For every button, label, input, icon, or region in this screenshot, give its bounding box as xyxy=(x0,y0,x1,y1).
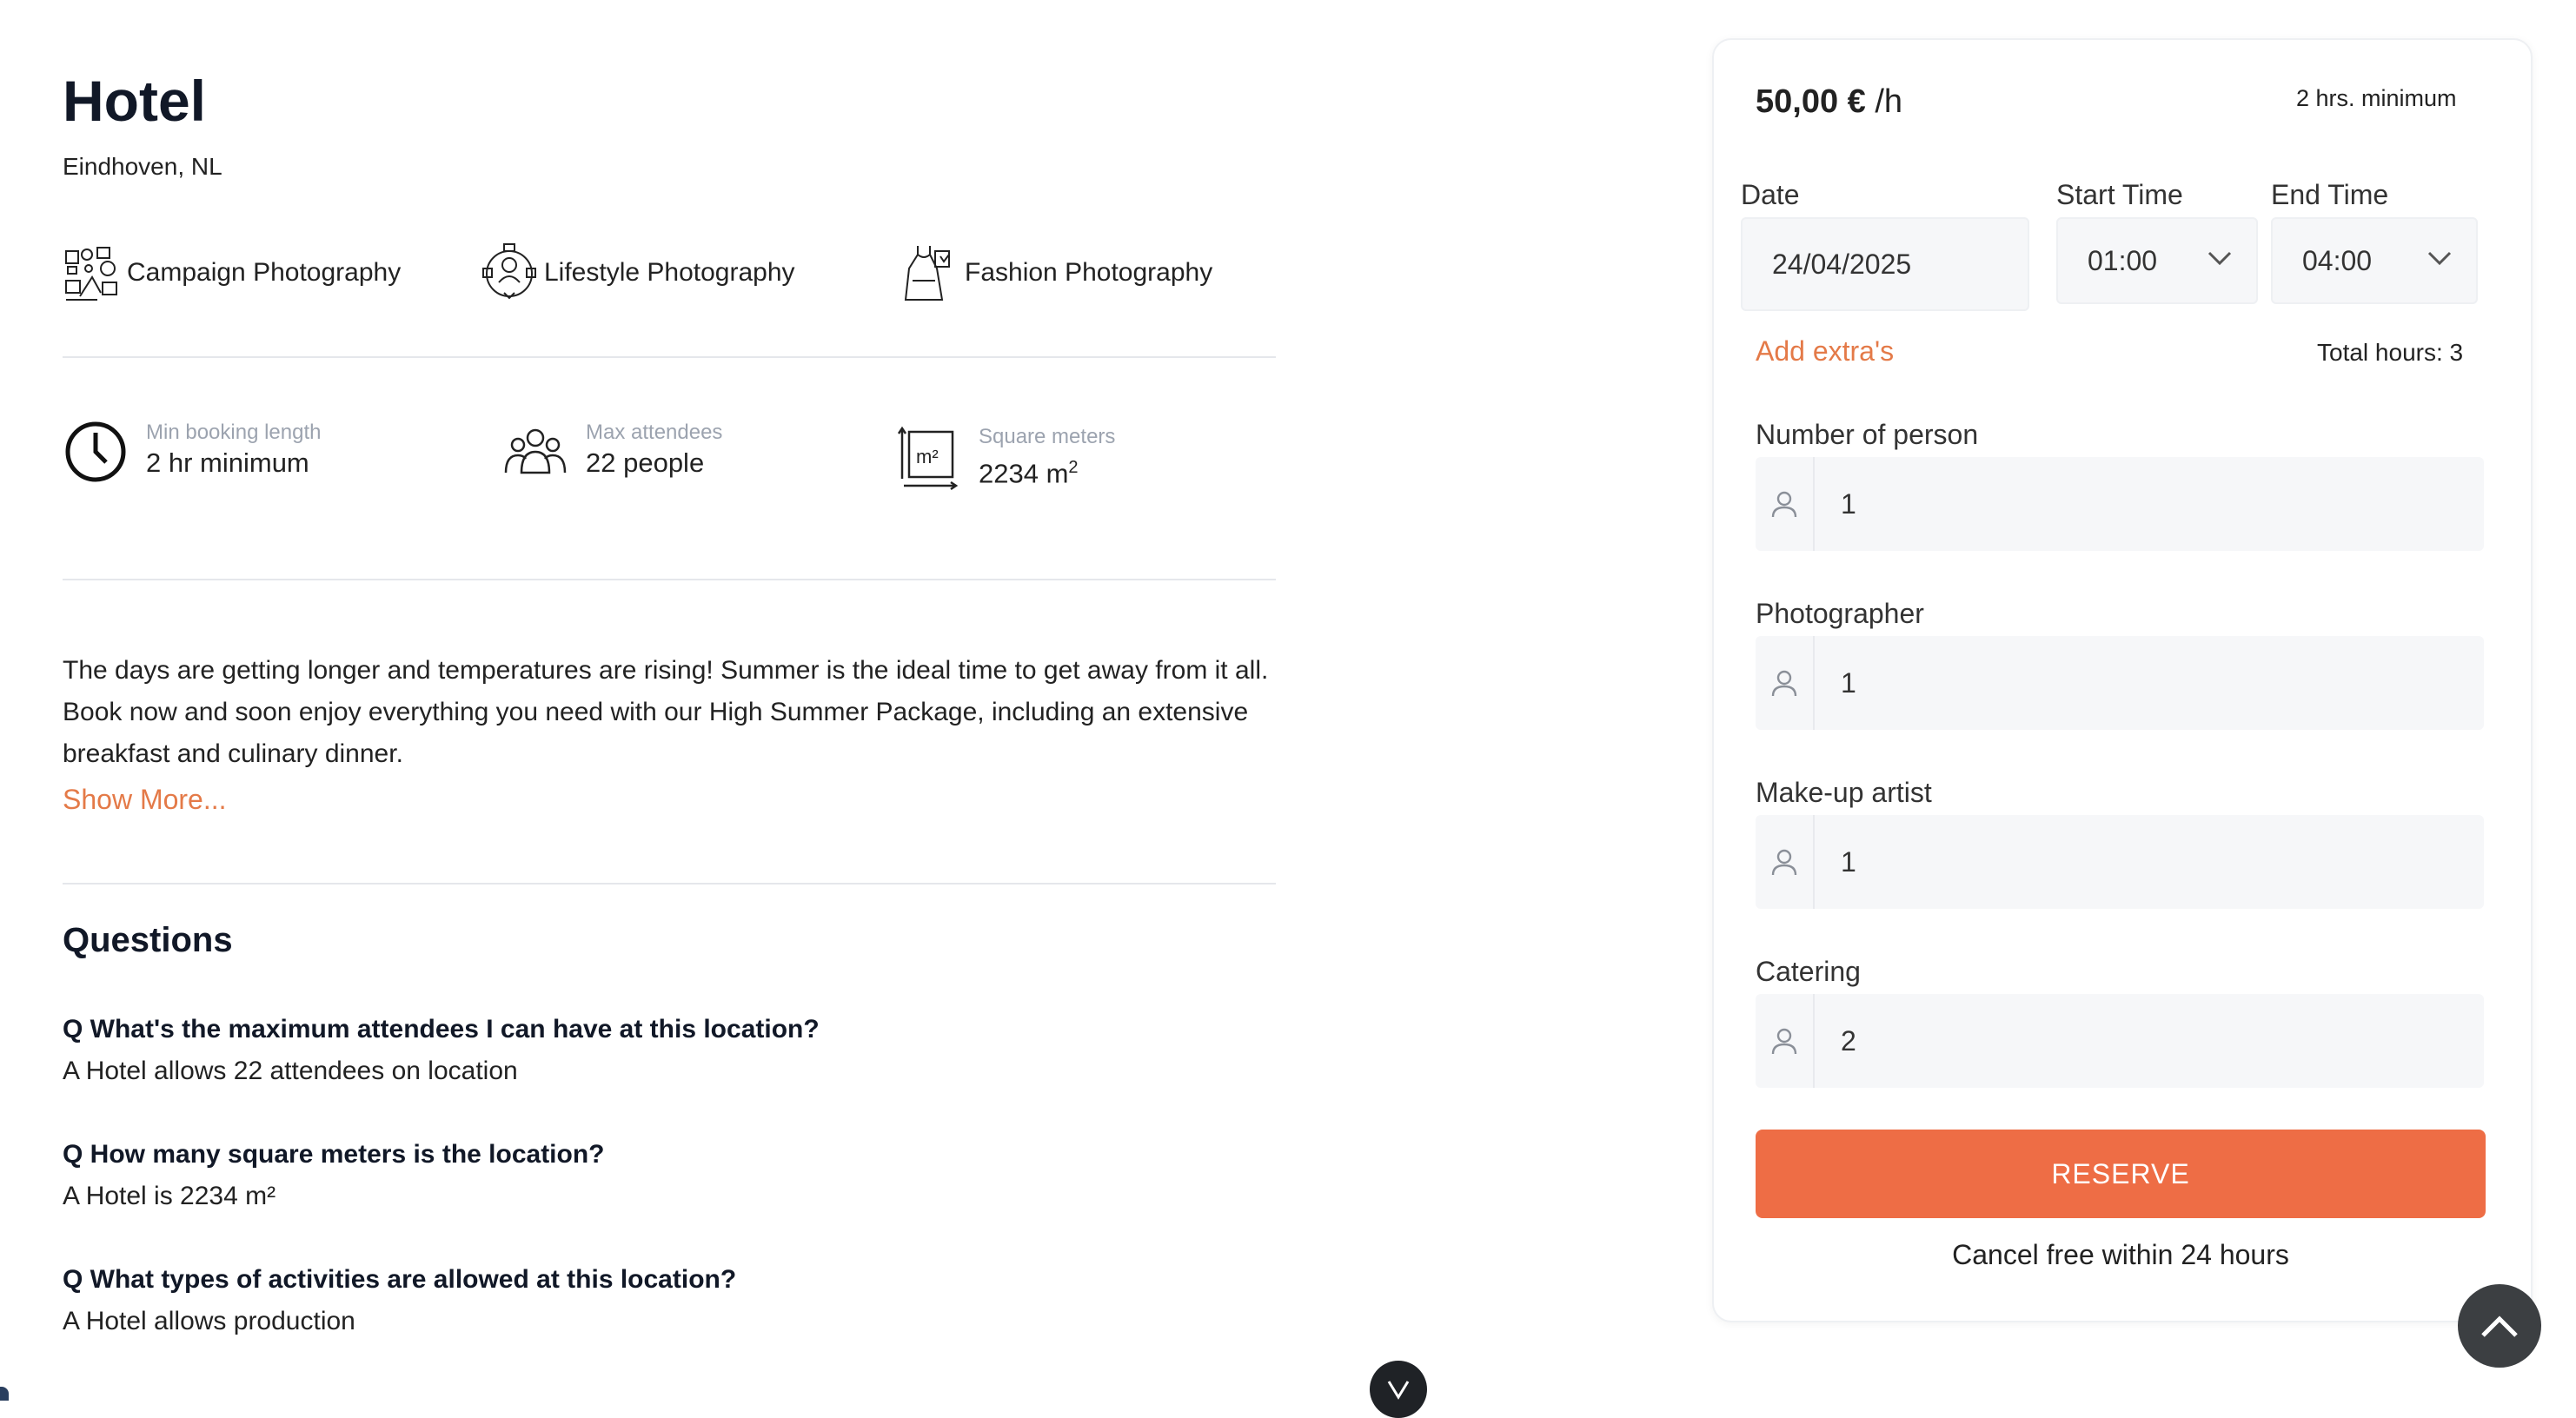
extra-value: 1 xyxy=(1841,845,1856,878)
divider xyxy=(63,356,1276,358)
square-meters-icon: m² xyxy=(897,426,959,490)
show-more-link[interactable]: Show More... xyxy=(63,779,1279,820)
add-extras-link[interactable]: Add extra's xyxy=(1756,335,1894,368)
person-icon xyxy=(1771,849,1797,876)
campaign-photography-icon xyxy=(65,247,117,301)
answer-text: A Hotel allows production xyxy=(63,1307,355,1335)
lifestyle-photography-icon xyxy=(482,243,536,300)
category-campaign-photography: Campaign Photography xyxy=(63,240,401,306)
stat-label: Max attendees xyxy=(586,421,723,444)
question-text: Q What's the maximum attendees I can hav… xyxy=(63,1015,820,1044)
question-text: Q What types of activities are allowed a… xyxy=(63,1265,737,1294)
answer-text: A Hotel is 2234 m² xyxy=(63,1182,276,1210)
category-label: Lifestyle Photography xyxy=(544,258,795,287)
number-of-person-input[interactable]: 1 xyxy=(1756,457,2484,551)
stat-value: 2 hr minimum xyxy=(146,447,309,478)
corner-decoration xyxy=(0,1387,9,1401)
make-up-artist-input[interactable]: 1 xyxy=(1756,815,2484,909)
date-value: 24/04/2025 xyxy=(1772,248,1912,280)
stat-value: 2234 m2 xyxy=(979,458,1079,489)
stat-value: 22 people xyxy=(586,447,705,478)
person-icon xyxy=(1771,1028,1797,1055)
person-icon xyxy=(1771,491,1797,518)
svg-text:m²: m² xyxy=(916,446,939,467)
total-hours: Total hours: 3 xyxy=(2317,339,2464,366)
end-time-value: 04:00 xyxy=(2302,244,2373,276)
category-label: Fashion Photography xyxy=(965,258,1213,287)
minimum-note: 2 hrs. minimum xyxy=(2296,85,2457,111)
price: 50,00 € /h xyxy=(1756,83,1903,120)
description: The days are getting longer and temperat… xyxy=(63,650,1279,820)
chevron-down-icon xyxy=(2427,251,2452,266)
catering-input[interactable]: 2 xyxy=(1756,994,2484,1088)
location-text: Eindhoven, NL xyxy=(63,153,222,180)
extra-value: 1 xyxy=(1841,487,1856,520)
stat-square-meters: m² Square meters 2234 m2 xyxy=(895,424,1115,491)
category-fashion-photography: Fashion Photography xyxy=(900,240,1212,306)
date-label: Date xyxy=(1741,179,1800,210)
scroll-to-top-button[interactable] xyxy=(2458,1284,2541,1368)
chevron-down-icon xyxy=(2208,251,2232,266)
divider xyxy=(63,579,1276,580)
extra-label: Make-up artist xyxy=(1756,777,1932,808)
stat-max-attendees: Max attendees 22 people xyxy=(502,417,722,483)
category-lifestyle-photography: Lifestyle Photography xyxy=(480,240,795,306)
extra-label: Number of person xyxy=(1756,419,1979,450)
stat-label: Square meters xyxy=(979,425,1116,448)
page-title: Hotel xyxy=(63,69,206,133)
description-text: The days are getting longer and temperat… xyxy=(63,656,1269,768)
floating-toggle-button[interactable] xyxy=(1370,1361,1427,1418)
category-label: Campaign Photography xyxy=(127,258,402,287)
questions-heading: Questions xyxy=(63,921,233,959)
start-time-label: Start Time xyxy=(2056,179,2183,210)
stat-min-booking: Min booking length 2 hr minimum xyxy=(63,417,321,483)
chevron-down-icon xyxy=(1387,1381,1410,1400)
chevron-up-icon xyxy=(2481,1315,2518,1337)
start-time-select[interactable]: 01:00 xyxy=(2056,217,2258,304)
cancel-note: Cancel free within 24 hours xyxy=(1952,1239,2289,1270)
reserve-button[interactable]: RESERVE xyxy=(1756,1130,2486,1218)
divider xyxy=(63,883,1276,885)
answer-text: A Hotel allows 22 attendees on location xyxy=(63,1057,518,1085)
extra-label: Photographer xyxy=(1756,598,1924,629)
date-input[interactable]: 24/04/2025 xyxy=(1741,217,2029,311)
end-time-label: End Time xyxy=(2271,179,2389,210)
start-time-value: 01:00 xyxy=(2088,244,2158,276)
question-text: Q How many square meters is the location… xyxy=(63,1140,605,1169)
extra-value: 2 xyxy=(1841,1024,1856,1057)
stat-label: Min booking length xyxy=(146,421,322,444)
end-time-select[interactable]: 04:00 xyxy=(2271,217,2478,304)
photographer-input[interactable]: 1 xyxy=(1756,636,2484,730)
person-icon xyxy=(1771,670,1797,697)
extra-label: Catering xyxy=(1756,956,1861,987)
fashion-photography-icon xyxy=(904,246,950,301)
clock-icon xyxy=(65,421,126,482)
extra-value: 1 xyxy=(1841,666,1856,699)
people-icon xyxy=(504,428,567,474)
